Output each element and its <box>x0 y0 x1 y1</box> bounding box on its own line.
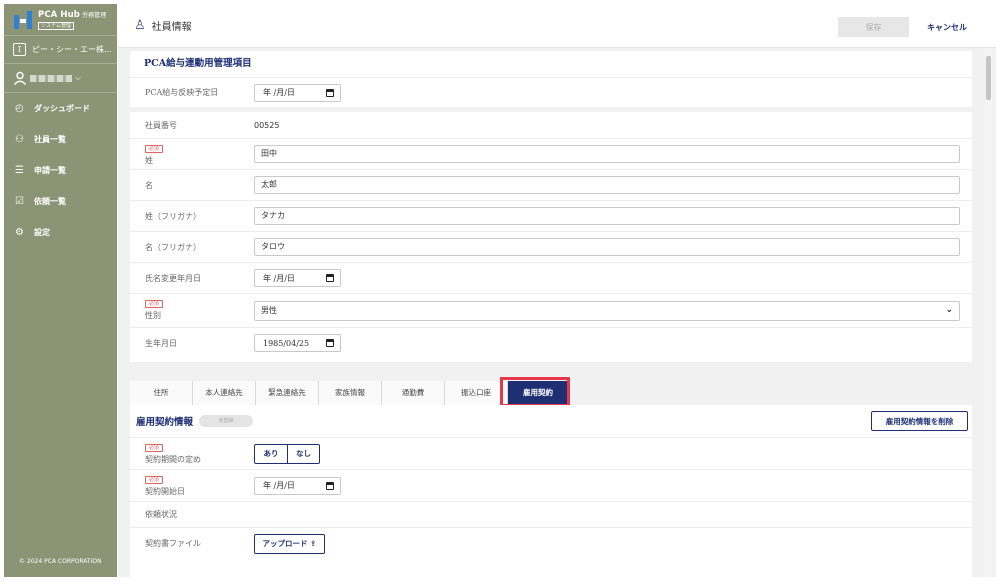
row-employee-no: 社員番号 00525 <box>145 120 280 130</box>
people-icon: ⚇ <box>15 134 24 145</box>
tab-commute[interactable]: 通勤費 <box>382 381 445 405</box>
term-no-option[interactable]: なし <box>287 444 319 463</box>
contract-section: 雇用契約情報 未登録 雇用契約情報を削除 必須 契約期間の定め あり なし 必須契… <box>130 405 972 577</box>
nav-dashboard[interactable]: ◴ ダッシュボード <box>4 93 117 124</box>
last-name-input[interactable]: 田中 <box>254 145 960 163</box>
person-icon: ♙ <box>134 18 146 33</box>
user-menu[interactable]: ⌵ <box>4 64 117 92</box>
page-title: 社員情報 <box>151 22 192 33</box>
birth-date-input[interactable]: 1985/04/25 <box>254 334 341 352</box>
user-name-redacted <box>30 74 72 82</box>
highlight-box <box>500 377 570 407</box>
pca-logo-icon <box>14 10 34 29</box>
required-badge: 必須 <box>145 476 164 484</box>
basic-info-section: 社員番号 00525 必須姓 田中 名 太郎 姓（フリガナ） タナカ 名（フリガ… <box>130 112 972 362</box>
scrollbar-thumb[interactable] <box>986 56 991 100</box>
row-name-change: 氏名変更年月日 年 /月/日 <box>130 262 972 293</box>
chevron-down-icon: ⌵ <box>75 73 82 82</box>
sidebar: PCA Hub 労務管理 システム管理 ↧ ピー・シー・エー株... ⌵ ◴ ダッシ… <box>4 4 117 577</box>
calendar-icon[interactable] <box>326 88 334 97</box>
logo-badge: システム管理 <box>38 21 74 30</box>
pca-date-input[interactable]: 年 /月/日 <box>254 83 341 102</box>
logo-title: PCA Hub 労務管理 <box>38 9 107 20</box>
checkbox-icon: ☑ <box>15 196 24 207</box>
tab-emergency[interactable]: 緊急連絡先 <box>256 381 319 405</box>
copyright: © 2024 PCA CORPORATION <box>19 558 102 565</box>
last-kana-input[interactable]: タナカ <box>254 207 960 225</box>
contract-term-toggle: あり なし <box>254 443 320 464</box>
save-button[interactable]: 保存 <box>838 17 909 37</box>
first-name-input[interactable]: 太郎 <box>254 176 960 194</box>
row-first-name: 名 太郎 <box>130 169 972 200</box>
required-badge: 必須 <box>145 300 164 308</box>
upload-button[interactable]: アップロード ⇪ <box>254 533 325 554</box>
tab-contact[interactable]: 本人連絡先 <box>193 381 256 405</box>
row-last-name: 必須姓 田中 <box>130 138 972 169</box>
dashboard-icon: ◴ <box>15 103 24 114</box>
chevron-down-icon: ⌄ <box>945 304 953 315</box>
required-badge: 必須 <box>145 444 164 452</box>
calendar-icon[interactable] <box>326 274 334 282</box>
company-name: ピー・シー・エー株... <box>32 45 112 54</box>
user-icon <box>13 71 27 85</box>
contract-start-input[interactable]: 年 /月/日 <box>254 476 341 495</box>
nav-employees[interactable]: ⚇ 社員一覧 <box>4 124 117 155</box>
row-first-kana: 名（フリガナ） タロウ <box>130 231 972 262</box>
row-last-kana: 姓（フリガナ） タナカ <box>130 200 972 231</box>
status-badge: 未登録 <box>199 415 254 427</box>
scrollbar[interactable] <box>985 48 992 577</box>
calendar-icon[interactable] <box>326 481 334 490</box>
row-pca-date: PCA給与反映予定日 年 /月/日 <box>130 77 972 107</box>
contract-title: 雇用契約情報 <box>136 417 194 428</box>
building-icon: ↧ <box>13 43 26 56</box>
upload-icon: ⇪ <box>310 539 317 548</box>
list-icon: ☰ <box>15 165 24 176</box>
logo[interactable]: PCA Hub 労務管理 システム管理 <box>4 4 117 35</box>
row-request-status: 依頼状況 <box>130 501 972 527</box>
nav-applications[interactable]: ☰ 申請一覧 <box>4 155 117 186</box>
row-contract-start: 必須 契約開始日 年 /月/日 <box>130 469 972 501</box>
calendar-icon[interactable] <box>326 339 334 347</box>
delete-contract-button[interactable]: 雇用契約情報を削除 <box>871 411 968 431</box>
nav-requests[interactable]: ☑ 依頼一覧 <box>4 186 117 217</box>
term-yes-option[interactable]: あり <box>255 445 287 463</box>
page-header: ♙ 社員情報 保存 キャンセル <box>118 4 996 48</box>
employee-no: 00525 <box>254 120 280 130</box>
tab-bank[interactable]: 振込口座 <box>445 381 508 405</box>
tab-address[interactable]: 住所 <box>130 381 193 405</box>
name-change-date-input[interactable]: 年 /月/日 <box>254 269 341 287</box>
row-birth: 生年月日 1985/04/25 <box>130 327 972 358</box>
pca-section: PCA給与連動用管理項目 PCA給与反映予定日 年 /月/日 <box>130 51 972 107</box>
gender-select[interactable]: 男性 ⌄ <box>254 300 960 321</box>
row-gender: 必須 性別 男性 ⌄ <box>130 293 972 327</box>
main-content: ♙ 社員情報 保存 キャンセル PCA給与連動用管理項目 PCA給与反映予定日 … <box>118 4 996 577</box>
tab-family[interactable]: 家族情報 <box>319 381 382 405</box>
row-contract-file: 契約書ファイル アップロード ⇪ <box>130 527 972 559</box>
first-kana-input[interactable]: タロウ <box>254 238 960 256</box>
company-selector[interactable]: ↧ ピー・シー・エー株... <box>4 36 117 63</box>
cancel-button[interactable]: キャンセル <box>918 17 976 37</box>
row-contract-term: 必須 契約期間の定め あり なし <box>130 437 972 469</box>
section-title: PCA給与連動用管理項目 <box>144 58 252 69</box>
nav-settings[interactable]: ⚙ 設定 <box>4 217 117 248</box>
required-badge: 必須 <box>145 145 164 153</box>
gear-icon: ⚙ <box>15 227 24 238</box>
